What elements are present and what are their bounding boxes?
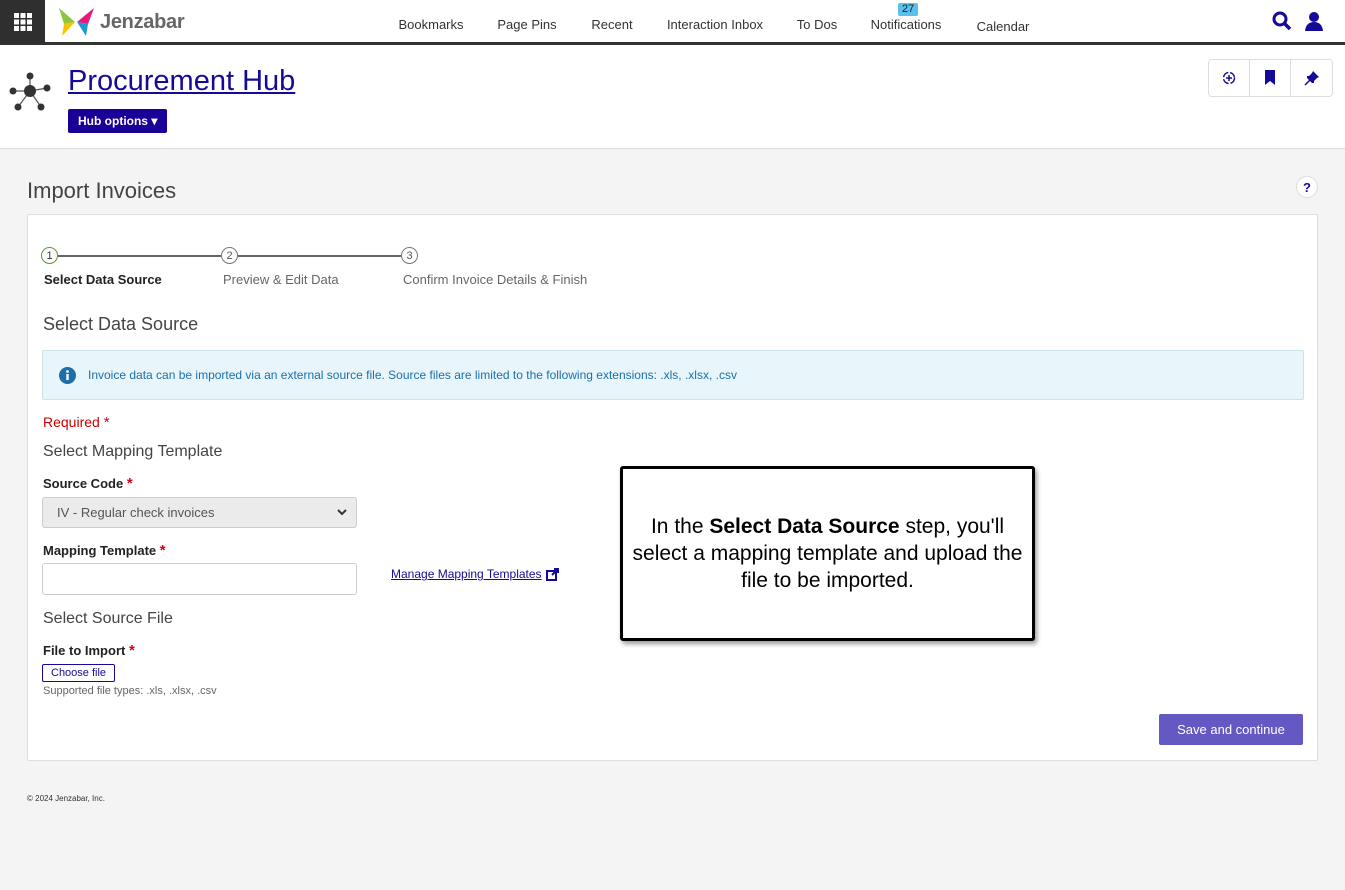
hub-options-label: Hub options bbox=[78, 114, 148, 128]
grid-icon bbox=[13, 12, 32, 31]
hub-title-link[interactable]: Procurement Hub bbox=[68, 65, 295, 98]
page-tools bbox=[1208, 59, 1333, 97]
hub-options-button[interactable]: Hub options ▾ bbox=[68, 109, 168, 133]
info-icon bbox=[59, 366, 76, 384]
butterfly-logo-icon bbox=[59, 8, 94, 36]
logo-text: Jenzabar bbox=[100, 10, 185, 33]
hub-network-icon bbox=[9, 72, 51, 111]
notifications-badge: 27 bbox=[898, 3, 919, 16]
section-title: Select Data Source bbox=[43, 314, 199, 334]
pin-icon bbox=[1303, 71, 1319, 86]
bookmark-button[interactable] bbox=[1250, 60, 1291, 96]
nav-recent[interactable]: Recent bbox=[591, 17, 632, 32]
required-star: * bbox=[159, 542, 166, 559]
source-code-select[interactable]: IV - Regular check invoices bbox=[42, 497, 357, 528]
file-to-import-label: File to Import * bbox=[43, 642, 135, 659]
pin-button[interactable] bbox=[1291, 60, 1332, 96]
file-label-text: File to Import bbox=[43, 643, 126, 658]
refresh-button[interactable] bbox=[1209, 60, 1250, 96]
required-star: * bbox=[126, 475, 133, 492]
save-and-continue-button[interactable]: Save and continue bbox=[1159, 714, 1303, 745]
nav-notifications[interactable]: Notifications bbox=[871, 17, 942, 32]
required-star: * bbox=[128, 642, 135, 659]
nav-calendar[interactable]: Calendar bbox=[977, 19, 1030, 34]
search-icon[interactable] bbox=[1272, 11, 1292, 31]
external-link-icon bbox=[545, 567, 559, 581]
jenzabar-logo[interactable]: Jenzabar bbox=[56, 6, 185, 38]
bookmark-icon bbox=[1265, 70, 1275, 85]
required-star: * bbox=[103, 414, 110, 431]
callout-text: In the Select Data Source step, you'll s… bbox=[627, 513, 1028, 594]
source-code-label: Source Code * bbox=[43, 475, 133, 492]
callout-bold: Select Data Source bbox=[709, 515, 900, 538]
required-text: Required bbox=[43, 414, 100, 430]
chevron-down-icon bbox=[337, 509, 347, 516]
step-1-label[interactable]: Select Data Source bbox=[44, 272, 162, 287]
info-text: Invoice data can be imported via an exte… bbox=[88, 368, 737, 382]
step-connector bbox=[58, 255, 221, 257]
nav-to-dos[interactable]: To Dos bbox=[797, 17, 837, 32]
callout-pre: In the bbox=[650, 515, 710, 538]
nav-interaction-inbox[interactable]: Interaction Inbox bbox=[667, 17, 763, 32]
mapping-template-label-text: Mapping Template bbox=[43, 543, 157, 558]
choose-file-button[interactable]: Choose file bbox=[42, 664, 116, 682]
refresh-add-icon bbox=[1222, 71, 1236, 85]
info-alert: Invoice data can be imported via an exte… bbox=[42, 350, 1304, 400]
nav-bookmarks[interactable]: Bookmarks bbox=[398, 17, 463, 32]
step-2-label[interactable]: Preview & Edit Data bbox=[223, 272, 339, 287]
mapping-template-label: Mapping Template * bbox=[43, 542, 166, 559]
manage-link-text: Manage Mapping Templates bbox=[391, 567, 542, 581]
required-note: Required * bbox=[43, 414, 110, 431]
step-connector bbox=[238, 255, 401, 257]
manage-mapping-templates-link[interactable]: Manage Mapping Templates bbox=[391, 567, 559, 581]
source-code-value: IV - Regular check invoices bbox=[57, 505, 215, 520]
nav-page-pins[interactable]: Page Pins bbox=[497, 17, 556, 32]
step-1-indicator[interactable]: 1 bbox=[41, 247, 58, 264]
user-icon[interactable] bbox=[1304, 11, 1324, 31]
source-file-heading: Select Source File bbox=[43, 610, 173, 627]
caret-down-icon: ▾ bbox=[151, 114, 158, 128]
top-nav-bar: Jenzabar Bookmarks Page Pins Recent Inte… bbox=[0, 0, 1345, 45]
supported-file-types: Supported file types: .xls, .xlsx, .csv bbox=[43, 685, 217, 697]
copyright: © 2024 Jenzabar, Inc. bbox=[27, 794, 105, 803]
hub-header: Procurement Hub Hub options ▾ bbox=[0, 45, 1345, 149]
mapping-template-input[interactable] bbox=[42, 563, 357, 595]
help-button[interactable]: ? bbox=[1296, 176, 1318, 198]
step-3-indicator[interactable]: 3 bbox=[401, 247, 418, 264]
page-title: Import Invoices bbox=[27, 178, 177, 203]
mapping-heading: Select Mapping Template bbox=[43, 443, 223, 460]
app-grid-button[interactable] bbox=[0, 0, 45, 43]
step-3-label[interactable]: Confirm Invoice Details & Finish bbox=[403, 272, 587, 287]
tutorial-callout: In the Select Data Source step, you'll s… bbox=[620, 466, 1035, 641]
step-2-indicator[interactable]: 2 bbox=[221, 247, 238, 264]
source-code-label-text: Source Code bbox=[43, 476, 124, 491]
